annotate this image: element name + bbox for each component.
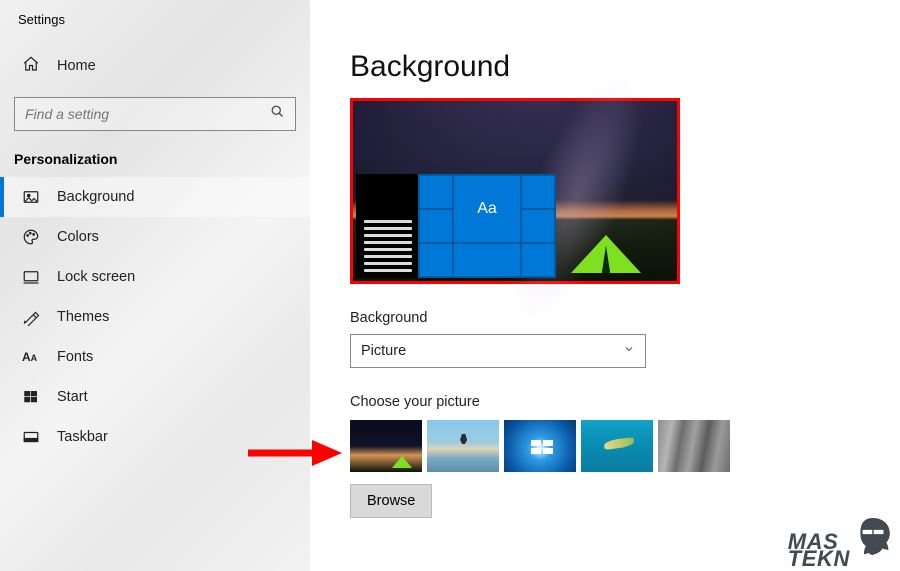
search-input[interactable] [25,106,270,122]
picture-thumb-4[interactable] [581,420,653,472]
nav-item-fonts[interactable]: AA Fonts [0,337,310,377]
palette-icon [22,228,40,246]
chevron-down-icon [623,343,635,359]
choose-picture-label: Choose your picture [350,394,900,410]
themes-icon [22,308,40,326]
browse-button[interactable]: Browse [350,484,432,518]
nav-item-colors[interactable]: Colors [0,217,310,257]
background-dropdown-label: Background [350,310,900,326]
picture-thumb-2[interactable] [427,420,499,472]
lock-screen-icon [22,268,40,286]
desktop-preview: Aa [350,98,680,284]
picture-thumbnails [350,420,900,472]
preview-start-menu: Aa [356,174,556,278]
watermark: MAS TEKN [788,516,894,567]
start-icon [22,388,40,406]
nav-item-label: Lock screen [57,269,135,285]
home-icon [22,55,40,77]
nav-item-background[interactable]: Background [0,177,310,217]
main-content: Background Aa Background Picture [350,0,900,571]
nav-list: Background Colors Lock screen Themes AA … [0,177,310,457]
app-title: Settings [0,0,310,27]
picture-thumb-5[interactable] [658,420,730,472]
nav-item-themes[interactable]: Themes [0,297,310,337]
nav-item-label: Fonts [57,349,93,365]
search-icon [270,104,285,124]
picture-thumb-3[interactable] [504,420,576,472]
nav-item-label: Background [57,189,134,205]
taskbar-icon [22,428,40,446]
dropdown-value: Picture [361,343,406,359]
search-input-wrap[interactable] [14,97,296,131]
nav-item-start[interactable]: Start [0,377,310,417]
picture-icon [22,188,40,206]
preview-sample-tile: Aa [454,176,520,242]
nav-item-lock-screen[interactable]: Lock screen [0,257,310,297]
watermark-line2: TEKN [788,550,850,567]
section-heading: Personalization [0,131,310,173]
sidebar: Settings Home Personalization Background… [0,0,310,571]
nav-item-label: Themes [57,309,109,325]
picture-thumb-1[interactable] [350,420,422,472]
nav-item-taskbar[interactable]: Taskbar [0,417,310,457]
nav-item-label: Colors [57,229,99,245]
nav-item-label: Taskbar [57,429,108,445]
watermark-face-icon [852,516,894,567]
fonts-icon: AA [22,348,40,366]
nav-home[interactable]: Home [0,47,310,85]
nav-home-label: Home [57,58,96,74]
nav-item-label: Start [57,389,88,405]
